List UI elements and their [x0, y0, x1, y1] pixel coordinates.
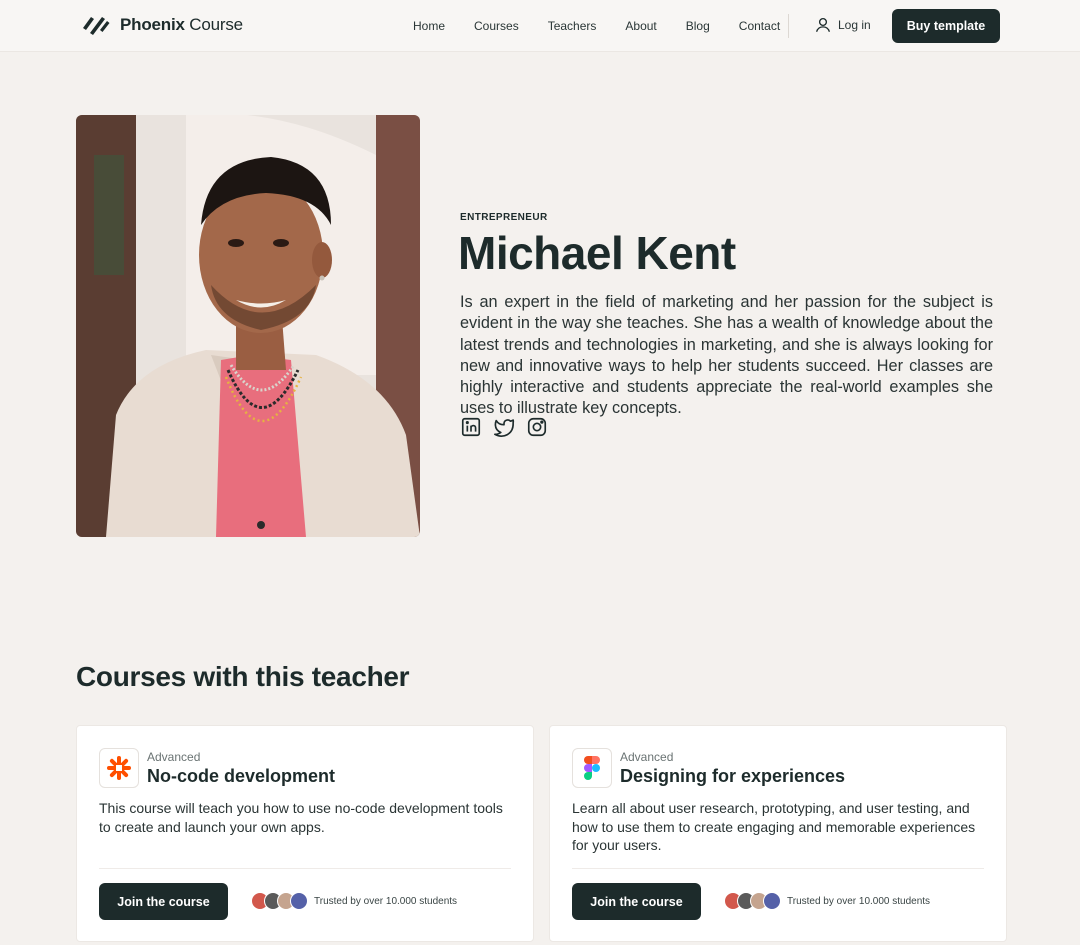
- user-icon: [815, 17, 831, 32]
- buy-template-button[interactable]: Buy template: [892, 9, 1000, 43]
- student-avatars: [251, 892, 308, 910]
- nav-blog[interactable]: Blog: [686, 19, 710, 33]
- avatar: [763, 892, 781, 910]
- avatar: [290, 892, 308, 910]
- nav-home[interactable]: Home: [413, 19, 445, 33]
- twitter-icon[interactable]: [493, 416, 515, 438]
- nav-courses[interactable]: Courses: [474, 19, 519, 33]
- card-divider: [572, 868, 984, 869]
- teacher-role: ENTREPRENEUR: [460, 212, 548, 223]
- site-header: Phoenix Course Home Courses Teachers Abo…: [0, 0, 1080, 52]
- trusted-text: Trusted by over 10.000 students: [787, 896, 931, 907]
- course-description: Learn all about user research, prototypi…: [572, 800, 976, 853]
- course-title: Designing for experiences: [620, 766, 846, 786]
- course-card: Advanced No-code development This course…: [76, 725, 534, 942]
- student-avatars: [724, 892, 781, 910]
- login-label: Log in: [838, 18, 871, 32]
- nav-teachers[interactable]: Teachers: [548, 19, 597, 33]
- nav-contact[interactable]: Contact: [739, 19, 780, 33]
- teacher-portrait: [76, 115, 420, 537]
- phoenix-logo-icon: [83, 17, 110, 35]
- zapier-icon: [99, 748, 139, 788]
- brand-name: Phoenix Course: [120, 15, 243, 34]
- social-links: [460, 416, 559, 438]
- nav-divider: [788, 14, 789, 38]
- instagram-icon[interactable]: [526, 416, 548, 438]
- trusted-text: Trusted by over 10.000 students: [314, 896, 458, 907]
- nav-about[interactable]: About: [625, 19, 656, 33]
- teacher-name: Michael Kent: [458, 227, 736, 279]
- join-course-button[interactable]: Join the course: [572, 883, 701, 920]
- courses-section-title: Courses with this teacher: [76, 661, 410, 692]
- main-nav: Home Courses Teachers About Blog Contact: [413, 19, 809, 33]
- course-description: This course will teach you how to use no…: [99, 800, 503, 835]
- course-level: Advanced: [620, 750, 674, 764]
- brand-logo[interactable]: Phoenix Course: [82, 14, 243, 36]
- portrait-illustration: [76, 115, 420, 537]
- figma-icon: [572, 748, 612, 788]
- card-divider: [99, 868, 511, 869]
- course-title: No-code development: [147, 766, 336, 786]
- join-course-button[interactable]: Join the course: [99, 883, 228, 920]
- course-level: Advanced: [147, 750, 201, 764]
- teacher-bio: Is an expert in the field of marketing a…: [460, 293, 993, 418]
- linkedin-icon[interactable]: [460, 416, 482, 438]
- course-card: Advanced Designing for experiences Learn…: [549, 725, 1007, 942]
- login-link[interactable]: Log in: [814, 16, 871, 34]
